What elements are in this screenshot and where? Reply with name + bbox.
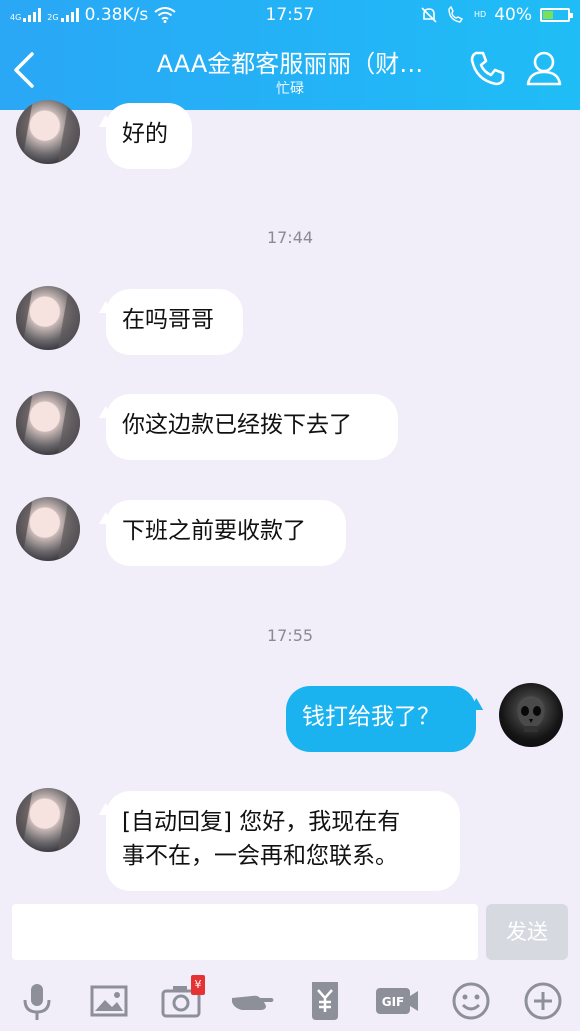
message-bubble[interactable]: 下班之前要收款了 (106, 500, 346, 566)
message-text-line1: [自动回复] 您好，我现在有 (122, 809, 401, 835)
contact-avatar[interactable] (16, 391, 80, 455)
battery-percent: 40% (494, 5, 532, 25)
skull-avatar-icon (518, 698, 544, 732)
profile-button[interactable] (524, 48, 564, 88)
message-text: 钱打给我了？ (302, 704, 440, 730)
chat-header: AAA金都客服丽丽（财… 忙碌 (0, 30, 580, 110)
gif-label: GIF (382, 995, 405, 1009)
hd-call-icon (448, 6, 464, 23)
chat-title[interactable]: AAA金都客服丽丽（财… (120, 44, 460, 79)
message-text: 下班之前要收款了 (122, 518, 306, 544)
mute-bell-icon (421, 7, 437, 23)
message-text: 好的 (122, 121, 168, 147)
contact-avatar[interactable] (16, 286, 80, 350)
phone-call-button[interactable] (468, 48, 508, 88)
message-bubble[interactable]: 在吗哥哥 (106, 289, 243, 355)
contact-avatar[interactable] (16, 100, 80, 164)
message-text: 你这边款已经拨下去了 (122, 412, 352, 438)
gif-icon[interactable]: GIF (372, 976, 422, 1026)
status-bar: 4G 2G 0.38K/s 17:57 HD 40% (0, 0, 580, 30)
emoji-icon[interactable] (446, 976, 496, 1026)
red-packet-badge: ¥ (191, 975, 205, 995)
message-text-line2: 事不在，一会再和您联系。 (122, 843, 398, 869)
message-input[interactable] (12, 904, 478, 960)
message-bubble[interactable]: 你这边款已经拨下去了 (106, 394, 398, 460)
microphone-icon[interactable] (12, 976, 62, 1026)
transfer-money-icon[interactable] (300, 976, 350, 1026)
send-button[interactable]: 发送 (486, 904, 568, 960)
battery-icon (540, 8, 573, 22)
sent-message-bubble[interactable]: 钱打给我了？ (286, 686, 476, 752)
poke-icon[interactable] (228, 976, 278, 1026)
user-avatar[interactable] (499, 683, 563, 747)
image-icon[interactable] (84, 976, 134, 1026)
contact-avatar[interactable] (16, 497, 80, 561)
input-toolbar: GIF (0, 970, 580, 1031)
plus-more-icon[interactable] (518, 976, 568, 1026)
top-bar: 4G 2G 0.38K/s 17:57 HD 40% AAA金都客服丽丽（财… … (0, 0, 580, 110)
message-text: 在吗哥哥 (122, 307, 214, 333)
timestamp: 17:44 (266, 228, 314, 247)
contact-avatar[interactable] (16, 788, 80, 852)
auto-reply-bubble[interactable]: [自动回复] 您好，我现在有 事不在，一会再和您联系。 (106, 791, 460, 891)
message-bubble[interactable]: 好的 (106, 103, 192, 169)
timestamp: 17:55 (266, 626, 314, 645)
hd-label: HD (474, 10, 487, 19)
